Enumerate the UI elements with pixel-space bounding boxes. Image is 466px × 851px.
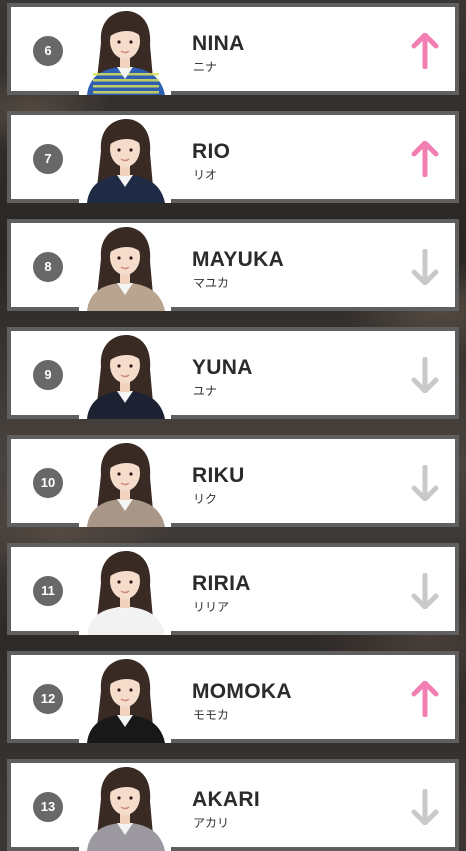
arrow-down-icon	[411, 465, 439, 501]
arrow-down-icon	[411, 249, 439, 285]
ranking-card[interactable]: 12 MOMOKA モモカ	[7, 651, 459, 743]
member-name: RIKU	[192, 464, 245, 487]
member-name: RIRIA	[192, 572, 251, 595]
member-photo[interactable]	[79, 763, 171, 851]
arrow-up-icon	[411, 33, 439, 69]
arrow-up-icon	[411, 681, 439, 717]
member-photo[interactable]	[79, 331, 171, 419]
member-name: MAYUKA	[192, 248, 285, 271]
rank-badge: 6	[33, 36, 63, 66]
rank-badge: 8	[33, 252, 63, 282]
member-name: NINA	[192, 32, 245, 55]
member-photo[interactable]	[79, 115, 171, 203]
ranking-card[interactable]: 11 RIRIA リリア	[7, 543, 459, 635]
member-name-kana: リオ	[193, 168, 218, 182]
member-photo[interactable]	[79, 439, 171, 527]
ranking-card[interactable]: 9 YUNA ユナ	[7, 327, 459, 419]
rank-badge: 10	[33, 468, 63, 498]
member-name-kana: ニナ	[193, 60, 218, 74]
arrow-down-icon	[411, 357, 439, 393]
member-name-kana: リリア	[193, 600, 230, 614]
arrow-down-icon	[411, 573, 439, 609]
rank-badge: 12	[33, 684, 63, 714]
rank-badge: 11	[33, 576, 63, 606]
member-name: RIO	[192, 140, 231, 163]
member-name-kana: リク	[193, 492, 218, 506]
member-name-kana: ユナ	[193, 384, 218, 398]
ranking-card[interactable]: 7 RIO リオ	[7, 111, 459, 203]
ranking-card[interactable]: 10 RIKU リク	[7, 435, 459, 527]
member-name-kana: マユカ	[193, 276, 230, 290]
member-name: YUNA	[192, 356, 253, 379]
member-name: AKARI	[192, 788, 260, 811]
member-photo[interactable]	[79, 547, 171, 635]
rank-badge: 7	[33, 144, 63, 174]
arrow-up-icon	[411, 141, 439, 177]
member-photo[interactable]	[79, 7, 171, 95]
member-name-kana: アカリ	[193, 816, 230, 830]
arrow-down-icon	[411, 789, 439, 825]
member-name-kana: モモカ	[193, 708, 230, 722]
ranking-card[interactable]: 13 AKARI アカリ	[7, 759, 459, 851]
member-name: MOMOKA	[192, 680, 292, 703]
ranking-card[interactable]: 6 NINA ニナ	[7, 3, 459, 95]
member-photo[interactable]	[79, 223, 171, 311]
member-photo[interactable]	[79, 655, 171, 743]
rank-badge: 13	[33, 792, 63, 822]
ranking-card[interactable]: 8 MAYUKA マユカ	[7, 219, 459, 311]
rank-badge: 9	[33, 360, 63, 390]
